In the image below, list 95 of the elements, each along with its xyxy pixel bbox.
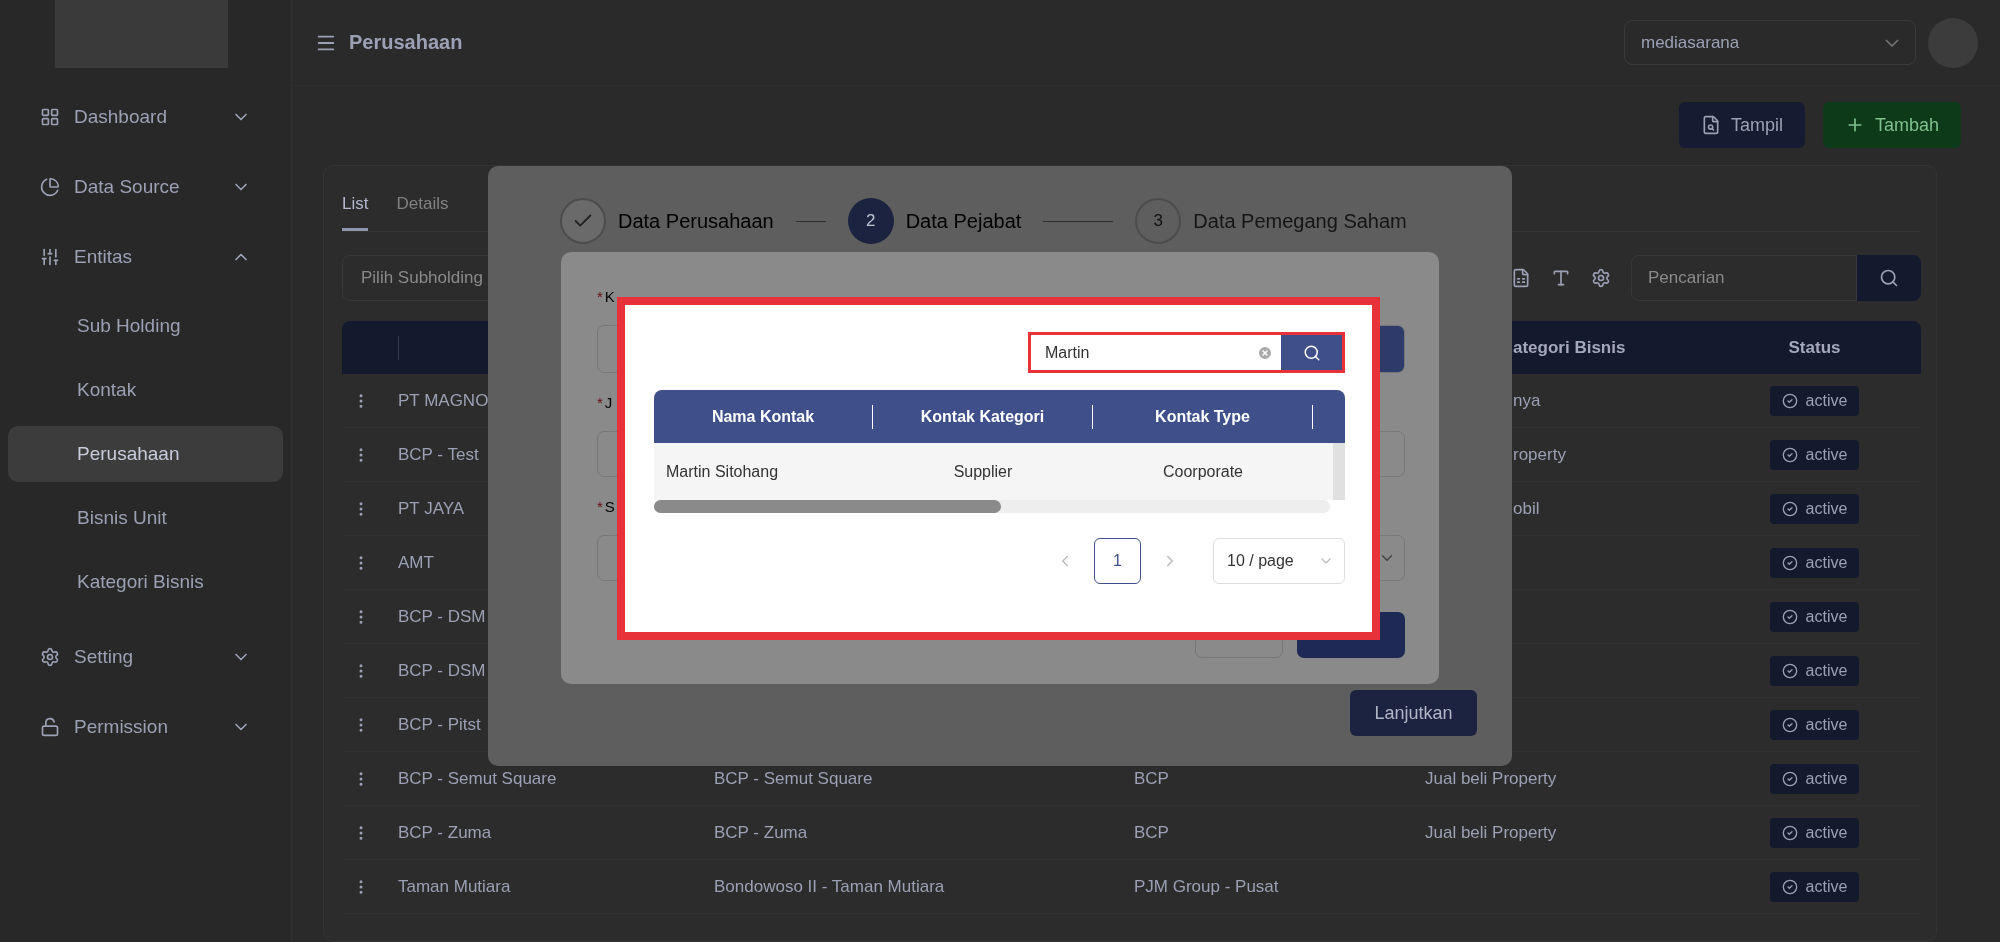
sidebar-item[interactable]: Kategori Bisnis [8, 554, 283, 610]
tab[interactable]: Details [396, 194, 449, 231]
table-cell: BCP - Semut Square [398, 768, 557, 789]
grid-icon [40, 107, 60, 127]
field-label: J [604, 393, 613, 411]
check-circle-icon [1781, 878, 1798, 895]
table-cell: roperty [1513, 444, 1566, 465]
table-cell: BCP - Semut Square [714, 768, 873, 789]
field-label: S [604, 497, 615, 515]
search-icon [1302, 343, 1321, 362]
check-circle-icon [1781, 500, 1798, 517]
unlock-icon [40, 717, 60, 737]
check-circle-icon [1781, 554, 1798, 571]
page-size-select[interactable]: 10 / page [1213, 538, 1345, 584]
table-cell: BCP [1134, 822, 1169, 843]
pie-chart-icon [40, 177, 60, 197]
status-text: active [1805, 661, 1848, 680]
sidebar-item[interactable]: Kontak [8, 362, 283, 418]
status-text: active [1805, 553, 1848, 572]
show-button[interactable]: Tampil [1678, 102, 1805, 148]
check-circle-icon [1781, 608, 1798, 625]
check-circle-icon [1781, 824, 1798, 841]
table-cell: BCP - DSM [398, 606, 486, 627]
table-cell: BCP - Pitst [398, 714, 481, 735]
table-cell: Jual beli Property [1425, 822, 1557, 843]
table-cell: obil [1513, 498, 1540, 519]
table-cell-text: Coorporate [1161, 462, 1244, 481]
table-cell-text: Supplier [952, 462, 1014, 481]
required-mark: * [597, 497, 603, 515]
table-cell: AMT [398, 552, 434, 573]
table-cell: PT MAGNO [398, 390, 489, 411]
table-cell: Bondowoso II - Taman Mutiara [714, 876, 945, 897]
table-cell: BCP - Zuma [398, 822, 492, 843]
column-header: Nama Kontak [654, 404, 873, 429]
search-icon [1879, 268, 1899, 288]
table-cell: Jual beli Property [1425, 768, 1557, 789]
step-label: Data Pemegang Saham [1193, 209, 1407, 233]
search-input[interactable]: Martin [1031, 343, 1257, 362]
check-circle-icon [1781, 392, 1798, 409]
sidebar-item[interactable]: Entitas [8, 228, 283, 286]
sidebar-item[interactable]: Data Source [8, 158, 283, 216]
step-label: Data Pejabat [905, 209, 1022, 233]
step-label: Data Perusahaan [618, 209, 774, 233]
sidebar-item[interactable]: Permission [8, 698, 283, 756]
search-button[interactable] [1281, 335, 1342, 370]
sidebar-item[interactable]: Dashboard [8, 88, 283, 146]
status-text: active [1805, 445, 1848, 464]
tab[interactable]: List [342, 194, 369, 231]
sidebar-item[interactable]: Perusahaan [8, 426, 283, 482]
scrollbar[interactable] [1333, 443, 1345, 500]
settings-icon[interactable] [1591, 268, 1611, 288]
settings-icon [40, 647, 60, 667]
chevron-down-icon [1885, 38, 1899, 47]
page-button[interactable]: 1 [1094, 538, 1141, 584]
table-cell: BCP - DSM [398, 660, 486, 681]
status-text: active [1805, 715, 1848, 734]
page-title: Perusahaan [349, 31, 464, 54]
status-text: active [1805, 607, 1848, 626]
next-button[interactable]: Lanjutkan [1350, 690, 1477, 736]
column-header: Kontak Type [1093, 404, 1313, 429]
table-cell: PT JAYA [398, 498, 465, 519]
company-select[interactable]: mediasarana [1624, 20, 1916, 65]
sliders-icon [40, 247, 60, 267]
column-header: ategori Bisnis [1513, 337, 1626, 358]
status-text: active [1805, 877, 1848, 896]
field-label: K [604, 287, 615, 305]
table-cell: nya [1513, 390, 1541, 411]
status-text: active [1805, 823, 1848, 842]
sidebar-item[interactable]: Sub Holding [8, 298, 283, 354]
table-cell: BCP - Test [398, 444, 479, 465]
table-cell: PJM Group - Pusat [1134, 876, 1279, 897]
search-field[interactable]: Pencarian [1631, 255, 1857, 301]
column-header: Status [1788, 337, 1841, 358]
status-text: active [1805, 391, 1848, 410]
add-button[interactable]: Tambah [1822, 102, 1961, 148]
table-cell: BCP [1134, 768, 1169, 789]
status-text: active [1805, 769, 1848, 788]
column-header: Kontak Kategori [873, 404, 1093, 429]
table-cell: Taman Mutiara [398, 876, 511, 897]
table-cell: BCP - Zuma [714, 822, 808, 843]
step-indicator: 3 [1135, 198, 1182, 244]
search-button[interactable] [1857, 255, 1921, 301]
check-circle-icon [1781, 770, 1798, 787]
sidebar-item[interactable]: Bisnis Unit [8, 490, 283, 546]
status-text: active [1805, 499, 1848, 518]
text-icon[interactable] [1551, 268, 1571, 288]
check-circle-icon [1781, 446, 1798, 463]
spreadsheet-icon[interactable] [1511, 268, 1531, 288]
check-circle-icon [1781, 716, 1798, 733]
scrollbar[interactable] [654, 500, 1330, 513]
required-mark: * [597, 393, 603, 411]
sidebar-item[interactable]: Setting [8, 628, 283, 686]
step-indicator: 2 [847, 198, 894, 244]
table-cell-text: Martin Sitohang [665, 462, 780, 481]
check-circle-icon [1781, 662, 1798, 679]
